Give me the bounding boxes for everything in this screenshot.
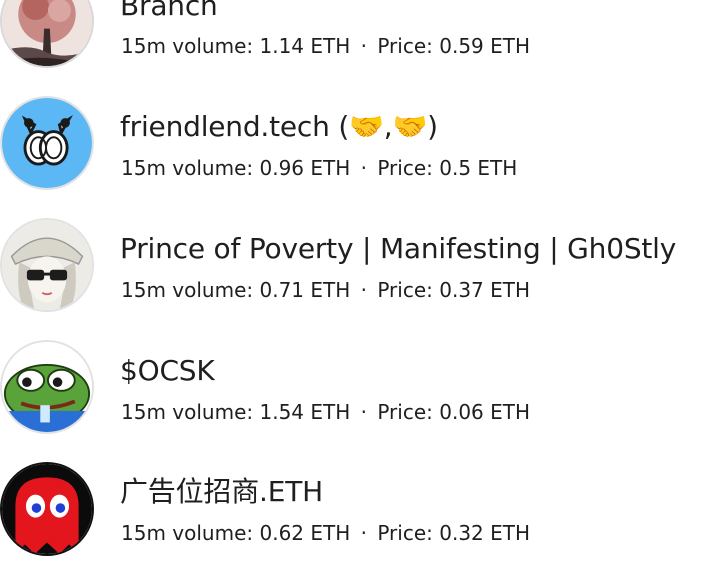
user-name: Branch bbox=[120, 0, 218, 22]
user-stats: 15m volume: 1.54 ETH · Price: 0.06 ETH bbox=[121, 399, 530, 425]
price-value: 0.32 ETH bbox=[439, 521, 531, 545]
price-value: 0.5 ETH bbox=[439, 156, 518, 180]
separator: · bbox=[360, 521, 367, 545]
user-name: Prince of Poverty | Manifesting | Gh0Stl… bbox=[120, 232, 677, 265]
volume-label: 15m volume: bbox=[121, 400, 254, 424]
price-label: Price: bbox=[377, 34, 433, 58]
user-stats: 15m volume: 1.14 ETH · Price: 0.59 ETH bbox=[121, 33, 530, 59]
volume-label: 15m volume: bbox=[121, 156, 254, 180]
price-label: Price: bbox=[377, 156, 433, 180]
user-stats: 15m volume: 0.96 ETH · Price: 0.5 ETH bbox=[121, 155, 517, 181]
user-name: 广告位招商.ETH bbox=[120, 475, 323, 508]
list-item[interactable]: $OCSK 15m volume: 1.54 ETH · Price: 0.06… bbox=[0, 324, 702, 446]
anime-girl-avatar-icon bbox=[0, 218, 94, 312]
list-item[interactable]: Prince of Poverty | Manifesting | Gh0Stl… bbox=[0, 202, 702, 324]
price-label: Price: bbox=[377, 400, 433, 424]
coin-logo-avatar-icon bbox=[0, 96, 94, 190]
separator: · bbox=[360, 156, 367, 180]
pepe-frog-avatar-icon bbox=[0, 340, 94, 434]
separator: · bbox=[360, 400, 367, 424]
price-value: 0.59 ETH bbox=[439, 34, 531, 58]
volume-value: 0.96 ETH bbox=[259, 156, 351, 180]
volume-value: 0.62 ETH bbox=[259, 521, 351, 545]
volume-label: 15m volume: bbox=[121, 521, 254, 545]
separator: · bbox=[360, 34, 367, 58]
list-item[interactable]: 广告位招商.ETH 15m volume: 0.62 ETH · Price: … bbox=[0, 446, 702, 568]
separator: · bbox=[360, 278, 367, 302]
volume-value: 0.71 ETH bbox=[259, 278, 351, 302]
user-name: $OCSK bbox=[120, 354, 215, 387]
price-value: 0.37 ETH bbox=[439, 278, 531, 302]
price-label: Price: bbox=[377, 278, 433, 302]
user-stats: 15m volume: 0.71 ETH · Price: 0.37 ETH bbox=[121, 277, 530, 303]
list-item[interactable]: Branch 15m volume: 1.14 ETH · Price: 0.5… bbox=[0, 0, 702, 80]
user-list: Branch 15m volume: 1.14 ETH · Price: 0.5… bbox=[0, 0, 702, 568]
price-label: Price: bbox=[377, 521, 433, 545]
volume-label: 15m volume: bbox=[121, 278, 254, 302]
volume-label: 15m volume: bbox=[121, 34, 254, 58]
volume-value: 1.54 ETH bbox=[259, 400, 351, 424]
user-stats: 15m volume: 0.62 ETH · Price: 0.32 ETH bbox=[121, 520, 530, 546]
ghost-avatar-icon bbox=[0, 462, 94, 556]
user-name: friendlend.tech (🤝,🤝) bbox=[120, 110, 438, 143]
list-item[interactable]: friendlend.tech (🤝,🤝) 15m volume: 0.96 E… bbox=[0, 80, 702, 202]
branch-tree-avatar-icon bbox=[0, 0, 94, 68]
price-value: 0.06 ETH bbox=[439, 400, 531, 424]
volume-value: 1.14 ETH bbox=[259, 34, 351, 58]
